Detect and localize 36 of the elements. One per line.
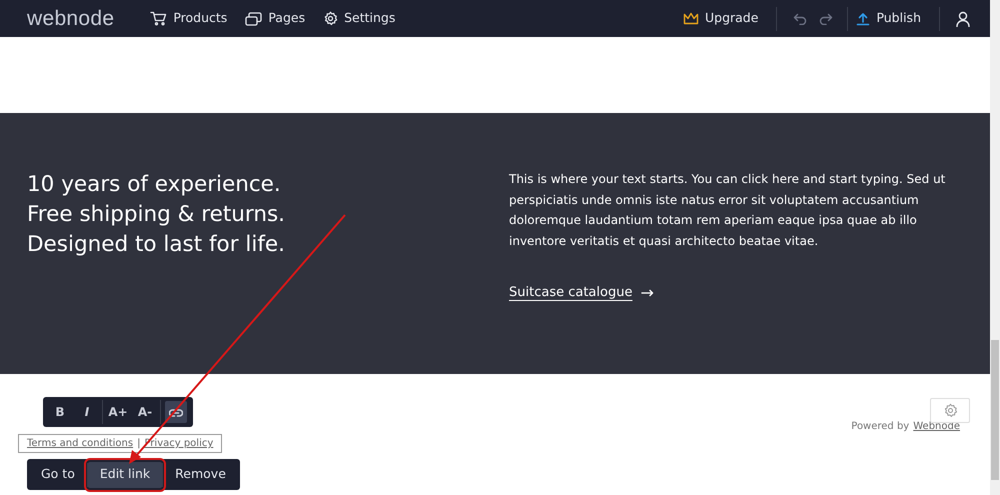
link-action-button[interactable]: Remove <box>163 462 238 488</box>
scrollbar[interactable] <box>990 0 1000 495</box>
nav-item[interactable]: Pages <box>245 9 306 28</box>
separator: | <box>137 437 140 451</box>
paragraph: This is where your text starts. You can click here and start typing. Sed ut perspiciatis unde omnis iste natus error sit voluptatem accusantium doloremque laudantium totam rem aperiam eaque ipsa quae ab illo inventore veritatis et quasi architecto beatae vitae. <box>509 171 946 250</box>
settings-button[interactable] <box>930 398 970 423</box>
nav-item[interactable]: Products <box>150 9 228 28</box>
catalogue-link[interactable]: Suitcase catalogue <box>509 283 632 303</box>
redo-button[interactable] <box>819 12 834 24</box>
cart-icon <box>150 11 168 26</box>
headline: Designed to last for life. <box>27 231 285 259</box>
upload-icon <box>856 12 870 26</box>
link-action-button[interactable]: Go to <box>29 462 87 488</box>
crown-icon <box>682 12 699 25</box>
headline: 10 years of experience. <box>27 171 281 199</box>
decrease-font-button[interactable]: A- <box>134 401 156 423</box>
gear-icon <box>942 403 958 418</box>
powered-by-text: Powered by <box>851 420 910 434</box>
footer-link[interactable]: Terms and conditions <box>27 436 134 451</box>
webnode-link[interactable]: Webnode <box>913 419 960 434</box>
headline: Free shipping & returns. <box>27 201 286 229</box>
arrow-icon: → <box>640 281 654 305</box>
link-icon <box>169 408 183 418</box>
settings-icon <box>323 11 338 26</box>
undo-button[interactable] <box>793 12 808 24</box>
scrollbar-thumb[interactable] <box>991 340 999 480</box>
bold-button[interactable]: B <box>49 401 71 423</box>
logo[interactable]: webnode <box>27 2 114 34</box>
publish-button[interactable]: Publish <box>856 9 921 28</box>
link-action-button[interactable]: Edit link <box>88 462 162 488</box>
italic-button[interactable]: I <box>76 401 98 423</box>
nav-item[interactable]: Settings <box>323 9 396 28</box>
pages-icon <box>245 12 262 26</box>
increase-font-button[interactable]: A+ <box>107 401 129 423</box>
account-icon[interactable] <box>956 10 970 26</box>
upgrade-button[interactable]: Upgrade <box>682 9 758 28</box>
